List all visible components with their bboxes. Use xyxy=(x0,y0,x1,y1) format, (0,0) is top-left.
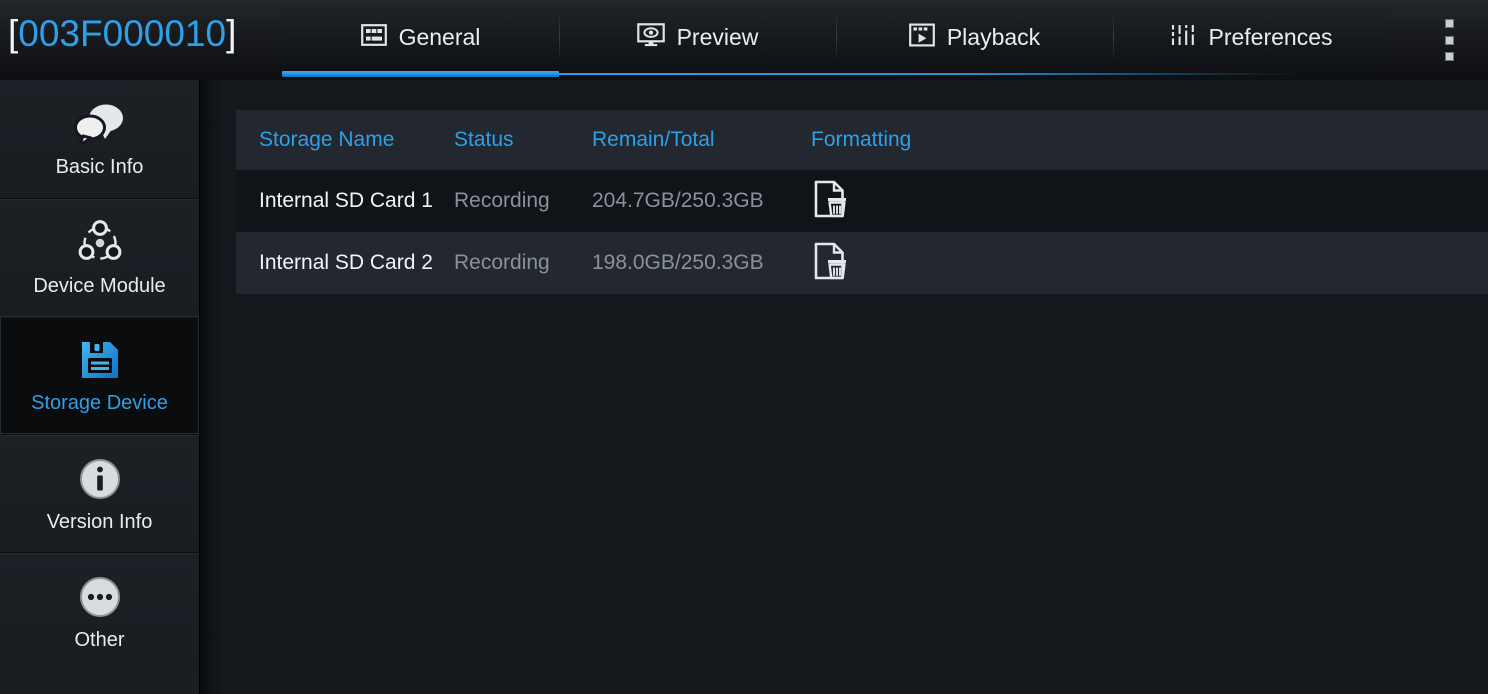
left-sidebar: Basic Info Device Module Storage Device … xyxy=(0,80,200,694)
tab-general-label: General xyxy=(398,24,481,50)
info-circle-icon xyxy=(78,456,122,502)
cell-status: Recording xyxy=(454,189,550,212)
device-id-value: 003F000010 xyxy=(18,13,227,54)
column-header-status: Status xyxy=(454,128,514,151)
cell-remain-total: 198.0GB/250.3GB xyxy=(592,251,764,274)
equalizer-icon xyxy=(1170,23,1196,53)
cell-remain-total: 204.7GB/250.3GB xyxy=(592,189,764,212)
sidebar-item-storage-device[interactable]: Storage Device xyxy=(0,316,199,434)
more-dot-2 xyxy=(1444,35,1454,45)
tab-preview-label: Preview xyxy=(676,24,759,50)
device-id-open-bracket: [ xyxy=(8,13,19,54)
column-header-remain-total: Remain/Total xyxy=(592,128,715,151)
top-header-bar: [003F000010] General Preview Playback Pr… xyxy=(0,0,1488,80)
film-play-icon xyxy=(908,23,935,53)
network-nodes-icon xyxy=(76,219,124,266)
floppy-disk-icon xyxy=(78,337,122,383)
tab-general[interactable]: General xyxy=(282,0,559,75)
active-tab-indicator xyxy=(282,71,559,77)
tab-preview[interactable]: Preview xyxy=(559,0,836,75)
format-erase-icon[interactable] xyxy=(811,241,851,281)
cell-status: Recording xyxy=(454,251,550,274)
table-row: Internal SD Card 1 Recording 204.7GB/250… xyxy=(236,170,1488,232)
column-header-formatting: Formatting xyxy=(811,128,912,151)
storage-device-table: Storage Name Status Remain/Total Formatt… xyxy=(236,110,1488,294)
cell-formatting xyxy=(811,179,991,224)
table-row: Internal SD Card 2 Recording 198.0GB/250… xyxy=(236,232,1488,294)
speech-bubbles-icon xyxy=(71,101,129,147)
more-dot-1 xyxy=(1444,19,1454,28)
main-tab-bar: General Preview Playback Preferences xyxy=(282,0,1390,75)
column-header-storage-name: Storage Name xyxy=(259,128,395,151)
device-id-close-bracket: ] xyxy=(226,13,237,54)
tab-preferences-label: Preferences xyxy=(1208,24,1333,50)
more-dot-3 xyxy=(1444,52,1454,61)
sidebar-item-other[interactable]: Other xyxy=(0,552,199,670)
sidebar-item-version-info[interactable]: Version Info xyxy=(0,434,199,552)
cell-storage-name: Internal SD Card 2 xyxy=(259,251,433,274)
sidebar-item-other-label: Other xyxy=(74,628,125,651)
sidebar-item-device-module-label: Device Module xyxy=(33,274,166,297)
table-header-row: Storage Name Status Remain/Total Formatt… xyxy=(236,110,1488,170)
tab-playback-label: Playback xyxy=(946,24,1041,50)
tab-playback[interactable]: Playback xyxy=(836,0,1113,75)
ellipsis-circle-icon xyxy=(78,574,122,620)
sidebar-item-device-module[interactable]: Device Module xyxy=(0,198,199,316)
format-erase-icon[interactable] xyxy=(811,179,851,219)
device-id-label: [003F000010] xyxy=(8,10,236,58)
tab-preferences[interactable]: Preferences xyxy=(1113,0,1390,75)
sidebar-item-version-info-label: Version Info xyxy=(46,510,153,533)
sidebar-item-basic-info-label: Basic Info xyxy=(55,156,144,178)
grid-icon xyxy=(360,23,387,52)
sidebar-divider xyxy=(200,80,225,694)
more-vertical-icon[interactable] xyxy=(1438,16,1460,64)
tab-bar-underline xyxy=(559,73,1311,75)
cell-storage-name: Internal SD Card 1 xyxy=(259,189,433,212)
cell-formatting xyxy=(811,241,991,286)
sidebar-item-storage-device-label: Storage Device xyxy=(31,392,168,414)
sidebar-item-basic-info[interactable]: Basic Info xyxy=(0,80,199,198)
monitor-eye-icon xyxy=(636,22,665,53)
content-panel: Storage Name Status Remain/Total Formatt… xyxy=(225,80,1488,694)
application-window: [003F000010] General Preview Playback Pr… xyxy=(0,0,1488,694)
